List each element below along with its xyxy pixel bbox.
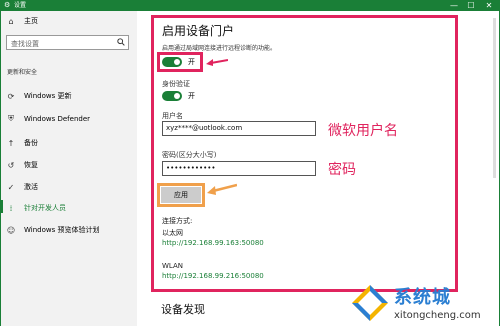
recovery-icon: ↺ [7,160,15,170]
highlight-toggle-red [157,52,203,72]
ethernet-link[interactable]: http://192.168.99.163:50080 [162,239,264,247]
activation-icon: ✓ [7,182,15,192]
sidebar-section-header: 更新和安全 [7,69,38,76]
password-label: 密码(区分大小写) [162,151,217,159]
wlan-link[interactable]: http://192.168.99.216:50080 [162,272,264,280]
window-title: 设置 [14,2,27,9]
refresh-icon: ⟳ [7,91,15,101]
sidebar-item-label: Windows Defender [24,115,91,123]
search-placeholder: 查找设置 [11,40,39,48]
username-field[interactable]: xyz****@uotlook.com [162,121,316,136]
shield-icon: ⛨ [8,114,14,123]
close-button[interactable]: ✕ [482,0,496,11]
sidebar-item-insider[interactable]: ☺ Windows 预览体验计划 [6,225,100,235]
username-label: 用户名 [162,112,183,120]
sidebar-item-label: 激活 [24,183,38,191]
maximize-button[interactable]: ☐ [464,0,478,11]
sidebar-item-recovery[interactable]: ↺ 恢复 [6,160,38,170]
sidebar-item-activation[interactable]: ✓ 激活 [6,182,38,192]
watermark-brand: 系统城 [394,287,451,308]
watermark-url: xitongcheng.com [394,310,481,321]
ethernet-label: 以太网 [162,229,183,237]
watermark-logo-icon [352,285,388,321]
arrow-left-icon [206,59,228,66]
connection-label: 连接方式: [162,217,193,225]
wlan-label: WLAN [162,262,184,270]
sidebar-item-developers[interactable]: ⁞ 针对开发人员 [6,203,66,213]
watermark: 系统城 xitongcheng.com [350,283,498,325]
toggle-switch[interactable] [162,91,182,101]
device-discovery-title: 设备发现 [161,303,205,316]
section-description: 启用通过局域网连接进行远程诊断的功能。 [162,45,277,52]
backup-icon: ↑ [7,138,15,148]
sidebar-item-label: 备份 [24,139,38,147]
password-field[interactable]: •••••••••••• [162,161,316,176]
sidebar-item-defender[interactable]: ⛨ Windows Defender [6,114,90,124]
apply-button[interactable]: 应用 [161,187,201,203]
insider-icon: ☺ [6,225,16,235]
sidebar-home-label: 主页 [24,17,38,25]
section-title: 启用设备门户 [162,24,235,38]
username-annotation: 微软用户名 [328,123,398,139]
developer-icon: ⁞ [9,203,13,213]
arrow-left-icon [207,183,237,195]
sidebar-item-label: Windows 更新 [24,92,72,100]
toggle-state: 开 [188,92,195,100]
sidebar-item-home[interactable]: ⌂ 主页 [6,16,38,26]
auth-toggle[interactable]: 开 [162,91,195,101]
sidebar-item-label: 针对开发人员 [24,204,66,212]
selection-indicator [0,200,3,213]
search-input[interactable]: 查找设置 [6,35,129,50]
sidebar-item-windows-update[interactable]: ⟳ Windows 更新 [6,91,72,101]
sidebar-item-label: Windows 预览体验计划 [24,226,100,234]
title-bar: ⚙ 设置 — ☐ ✕ [0,0,500,11]
sidebar-item-backup[interactable]: ↑ 备份 [6,138,38,148]
home-icon: ⌂ [8,16,14,26]
auth-label: 身份验证 [162,80,190,88]
scrollbar[interactable] [493,18,496,178]
sidebar-item-label: 恢复 [24,161,38,169]
password-annotation: 密码 [328,162,356,178]
settings-app-icon: ⚙ [4,1,11,9]
search-icon [117,38,125,46]
minimize-button[interactable]: — [447,0,461,11]
